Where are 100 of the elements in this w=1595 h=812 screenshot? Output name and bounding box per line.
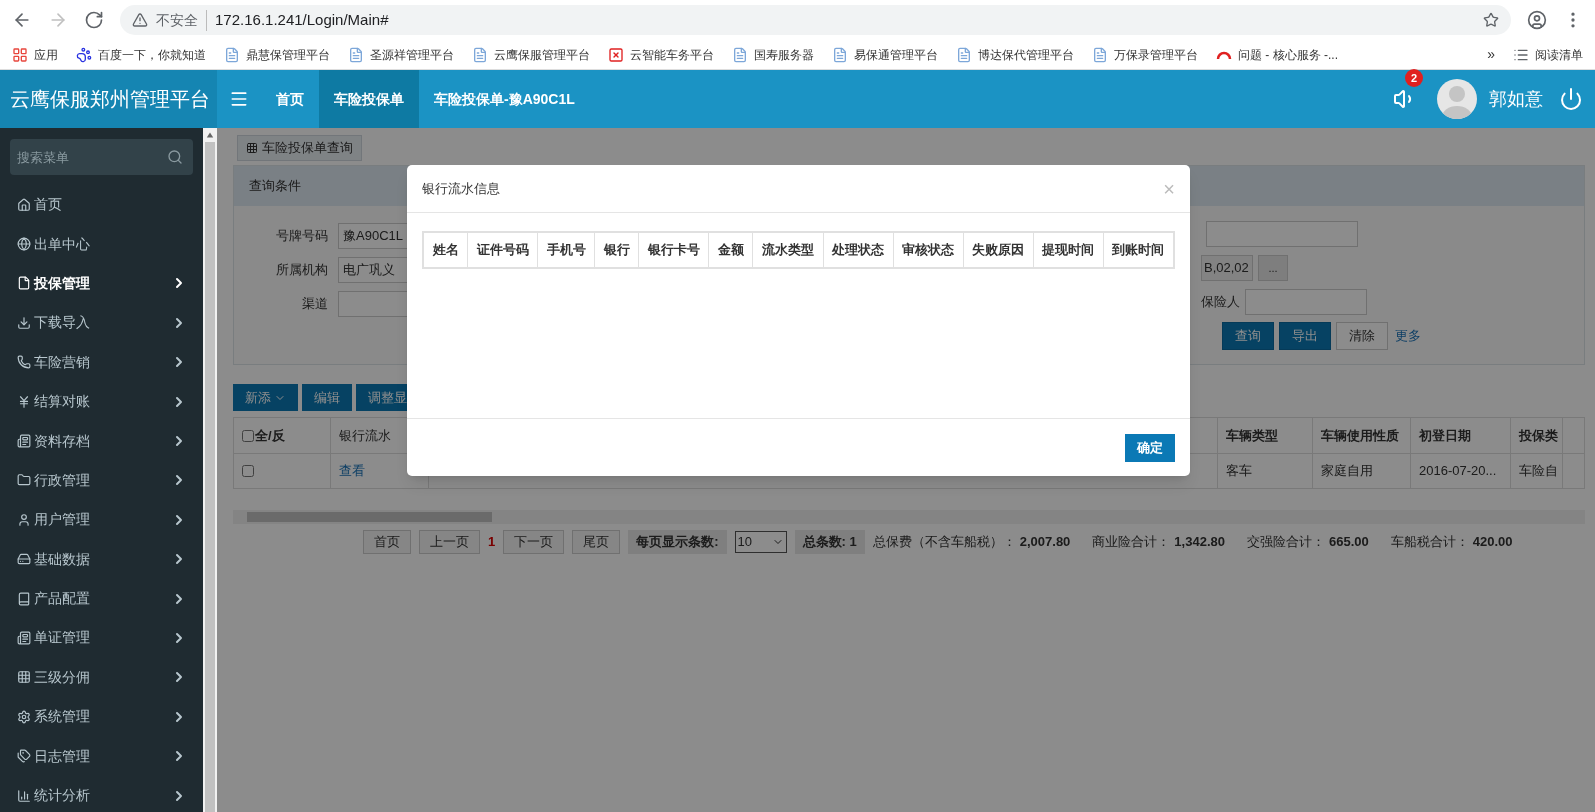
page-icon: [732, 46, 748, 63]
bookmark-link[interactable]: 国寿服务器: [754, 45, 814, 64]
page-icon: [472, 46, 488, 63]
globe-icon: [17, 237, 31, 252]
list-icon: [17, 631, 31, 645]
scrollbar-thumb[interactable]: [247, 512, 492, 522]
sidebar-item[interactable]: 结算对账: [0, 381, 203, 422]
sidebar-item[interactable]: 统计分析: [0, 775, 203, 812]
current-page: 1: [488, 533, 496, 552]
tag-icon: [17, 749, 31, 764]
sidebar-item[interactable]: 系统管理: [0, 697, 203, 737]
table-header: 车辆类型: [1218, 418, 1313, 453]
bookmark-link[interactable]: 应用: [34, 45, 58, 64]
table-header: 处理状态: [822, 233, 893, 267]
bookmark-link[interactable]: 圣源祥管理平台: [370, 45, 454, 64]
sidebar-item[interactable]: 产品配置: [0, 578, 203, 619]
more-bookmarks[interactable]: »: [1487, 44, 1495, 65]
grid-icon: [246, 142, 258, 154]
drive-icon: [17, 552, 31, 567]
bookmark-link[interactable]: 百度一下，你就知道: [98, 45, 206, 64]
text-field[interactable]: [1245, 289, 1367, 315]
reading-list-link[interactable]: 阅读清单: [1535, 45, 1583, 64]
user-icon: [17, 512, 31, 527]
bookmark-link[interactable]: 问题 - 核心服务 -...: [1238, 45, 1338, 64]
dialog-title: 银行流水信息: [422, 179, 500, 198]
table-header: 手机号: [537, 233, 595, 267]
sidebar-item[interactable]: 用户管理: [0, 500, 203, 540]
table-header: 全/反: [234, 418, 331, 453]
scrollbar-thumb[interactable]: [205, 142, 215, 812]
table-header: 银行卡号: [638, 233, 709, 267]
action-button[interactable]: 清除: [1336, 322, 1388, 350]
download-icon: [17, 315, 31, 330]
sidebar-item[interactable]: 下载导入: [0, 303, 203, 343]
power-icon[interactable]: [1559, 87, 1583, 111]
address-bar[interactable]: 不安全 172.16.1.241/Login/Main#: [120, 5, 1511, 35]
table-header: 金额: [708, 233, 753, 267]
summary-text: 商业险合计： 1,342.80: [1092, 533, 1225, 552]
star-icon[interactable]: [1483, 12, 1499, 28]
sidebar-item[interactable]: 投保管理: [0, 263, 203, 304]
security-label: 不安全: [156, 9, 207, 31]
file-icon: [17, 276, 31, 291]
paw-icon: [76, 46, 92, 63]
select-all-checkbox[interactable]: [242, 429, 254, 442]
query-tab[interactable]: 车险投保单查询: [237, 135, 362, 161]
sidebar-item[interactable]: 车险营销: [0, 342, 203, 382]
sidebar-item[interactable]: 日志管理: [0, 736, 203, 776]
table-cell-text: 客车: [1226, 462, 1252, 481]
bookmark-link[interactable]: 鼎慧保管理平台: [246, 45, 330, 64]
grid-icon: [17, 670, 31, 685]
search-field[interactable]: 搜索菜单: [10, 139, 193, 175]
book-icon: [17, 591, 31, 606]
search-icon[interactable]: [167, 149, 183, 165]
bookmark-link[interactable]: 易保通管理平台: [854, 45, 938, 64]
sidebar-item[interactable]: 单证管理: [0, 618, 203, 658]
menu-icon[interactable]: [229, 89, 249, 109]
sidebar-item[interactable]: 首页: [0, 185, 203, 225]
picker-button[interactable]: ...: [1258, 255, 1288, 281]
bookmark-link[interactable]: 云鹰保服管理平台: [494, 45, 590, 64]
bar-chart-icon: [17, 788, 31, 803]
page-icon: [832, 46, 848, 63]
org-code-field[interactable]: B,02,02: [1201, 255, 1253, 281]
reload-icon[interactable]: [84, 10, 104, 30]
ok-button[interactable]: 确定: [1125, 433, 1175, 462]
scroll-up-icon[interactable]: [206, 131, 214, 139]
settings-icon: [17, 709, 31, 724]
form-label: 保险人: [1201, 293, 1240, 312]
table-header: 证件号码: [467, 233, 538, 267]
sidebar-item[interactable]: 行政管理: [0, 460, 203, 501]
sidebar-item[interactable]: 资料存档: [0, 421, 203, 461]
sidebar-item[interactable]: 三级分佣: [0, 657, 203, 698]
apps-icon: [12, 46, 28, 63]
bookmark-link[interactable]: 云智能车务平台: [630, 45, 714, 64]
home-icon: [17, 197, 31, 212]
folder-icon: [17, 473, 31, 488]
sidebar-item[interactable]: 出单中心: [0, 224, 203, 264]
table-header: 初登日期: [1411, 418, 1511, 453]
page-size-select[interactable]: 10: [734, 531, 787, 553]
profile-icon[interactable]: [1527, 10, 1547, 30]
pager-button[interactable]: 尾页: [572, 530, 621, 554]
row-checkbox[interactable]: [242, 465, 254, 477]
table-cell-text: 2016-07-20...: [1419, 462, 1497, 481]
table-cell-text: 家庭自用: [1321, 462, 1373, 481]
table-header: 姓名: [431, 241, 460, 260]
sidebar-item[interactable]: 基础数据: [0, 539, 203, 579]
text-field[interactable]: [1206, 221, 1358, 247]
form-label: 号牌号码: [275, 227, 328, 246]
bookmark-link[interactable]: 万保录管理平台: [1114, 45, 1198, 64]
pager-button[interactable]: 首页: [363, 530, 411, 554]
nav-tab[interactable]: 车险投保单: [319, 70, 419, 128]
table-header: 到账时间: [1102, 233, 1173, 267]
list-icon: [17, 434, 31, 449]
page-icon: [1092, 46, 1108, 63]
table-header: 失败原因: [962, 233, 1033, 267]
page-icon: [956, 46, 972, 63]
url-text: 172.16.1.241/Login/Main#: [215, 9, 389, 30]
table-header: 提现时间: [1032, 233, 1103, 267]
bookmark-link[interactable]: 博达保代管理平台: [978, 45, 1074, 64]
page-icon: [224, 46, 240, 63]
avatar: [1437, 79, 1477, 119]
cross-icon: [608, 46, 624, 63]
